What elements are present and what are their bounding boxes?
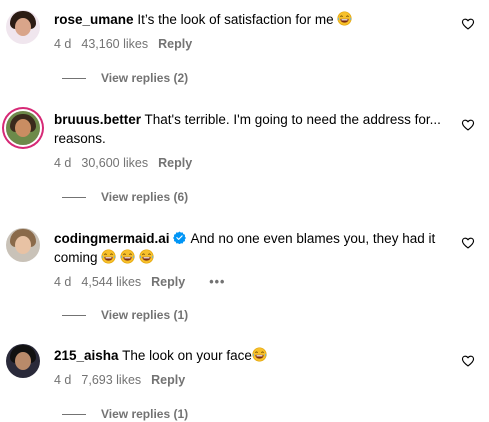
heart-icon[interactable] <box>461 118 475 132</box>
replies-divider <box>62 413 86 415</box>
comment-meta: 4 d 30,600 likes Reply <box>54 155 445 171</box>
more-options-icon[interactable]: ••• <box>209 275 225 289</box>
comment-age: 4 d <box>54 37 72 51</box>
view-replies-label[interactable]: View replies (1) <box>101 308 188 322</box>
comment-body: The look on your face <box>122 348 252 363</box>
view-replies-label[interactable]: View replies (2) <box>101 71 188 85</box>
view-replies[interactable]: View replies (1) <box>62 407 188 421</box>
view-replies[interactable]: View replies (2) <box>62 71 188 85</box>
view-replies[interactable]: View replies (6) <box>62 190 188 204</box>
replies-divider <box>62 314 86 316</box>
view-replies-label[interactable]: View replies (6) <box>101 190 188 204</box>
heart-icon[interactable] <box>461 236 475 250</box>
laughing-face-icon <box>337 11 352 26</box>
replies-divider <box>62 196 86 198</box>
replies-divider <box>62 77 86 79</box>
comment-text: codingmermaid.ai And no one even blames … <box>54 229 445 267</box>
comment-meta: 4 d 4,544 likes Reply ••• <box>54 274 445 290</box>
laughing-face-icon <box>252 347 267 362</box>
comment-username[interactable]: 215_aisha <box>54 348 119 363</box>
avatar[interactable] <box>6 111 40 145</box>
reply-button[interactable]: Reply <box>158 37 192 51</box>
reply-button[interactable]: Reply <box>151 373 185 387</box>
comment-text: bruuus.better That's terrible. I'm going… <box>54 110 445 148</box>
laughing-face-icon <box>101 249 116 264</box>
avatar[interactable] <box>6 10 40 44</box>
comment-username[interactable]: codingmermaid.ai <box>54 231 170 246</box>
verified-badge-icon <box>172 231 186 244</box>
comment-meta: 4 d 7,693 likes Reply <box>54 372 445 388</box>
view-replies[interactable]: View replies (1) <box>62 308 188 322</box>
comment-text: 215_aisha The look on your face <box>54 346 445 365</box>
comment-likes[interactable]: 43,160 likes <box>81 37 148 51</box>
comment-age: 4 d <box>54 373 72 387</box>
comment-age: 4 d <box>54 156 72 170</box>
comment-likes[interactable]: 4,544 likes <box>81 275 141 289</box>
comment-username[interactable]: bruuus.better <box>54 112 141 127</box>
view-replies-label[interactable]: View replies (1) <box>101 407 188 421</box>
comment-username[interactable]: rose_umane <box>54 12 134 27</box>
avatar[interactable] <box>6 344 40 378</box>
comment-age: 4 d <box>54 275 72 289</box>
comment-body: It’s the look of satisfaction for me <box>137 12 334 27</box>
comment-likes[interactable]: 7,693 likes <box>81 373 141 387</box>
laughing-face-icon <box>139 249 154 264</box>
comment-likes[interactable]: 30,600 likes <box>81 156 148 170</box>
laughing-face-icon <box>120 249 135 264</box>
comment-text: rose_umane It’s the look of satisfaction… <box>54 10 445 29</box>
heart-icon[interactable] <box>461 354 475 368</box>
reply-button[interactable]: Reply <box>158 156 192 170</box>
reply-button[interactable]: Reply <box>151 275 185 289</box>
heart-icon[interactable] <box>461 17 475 31</box>
comment-meta: 4 d 43,160 likes Reply <box>54 36 445 52</box>
avatar[interactable] <box>6 228 40 262</box>
